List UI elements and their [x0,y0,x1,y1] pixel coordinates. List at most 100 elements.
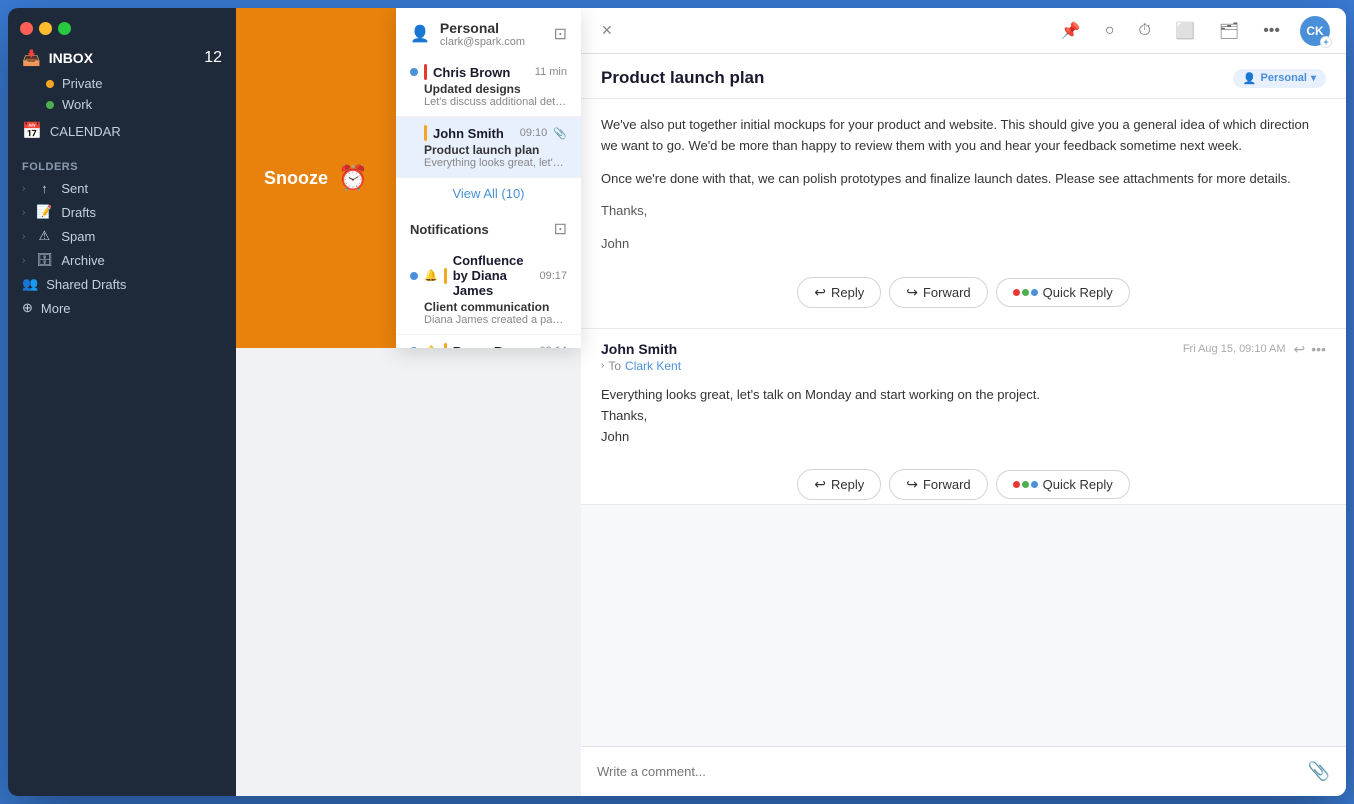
unread-dot-confluence [410,272,418,280]
reply-icon-john[interactable]: ↩ [1294,341,1306,358]
minimize-traffic-light[interactable] [39,22,52,35]
app-window: 📥 INBOX 12 Private Work 📅 CALENDAR Folde… [8,8,1346,796]
reply-icon-1: ↩ [814,284,826,301]
sent-label: Sent [61,181,88,196]
inbox-badge: 12 [204,49,222,67]
more-button[interactable]: ••• [1259,18,1284,44]
account-name: Personal [440,20,544,36]
priority-indicator-chris [424,64,427,80]
notification-item-byron[interactable]: 🔔 Byron Borg 08:14 Calendar invite updat… [396,335,581,348]
email-sender-john: John Smith [433,126,514,141]
close-button[interactable]: ✕ [597,18,617,43]
reply-action-icons: ↩ ••• [1294,341,1326,358]
popup-panel: 👤 Personal clark@spark.com ⊡ Chris Brown… [396,8,581,348]
archive-button[interactable]: ⬜ [1171,17,1199,45]
forward-label-1: Forward [923,285,971,300]
notification-bell-confluence: 🔔 [424,269,438,282]
avatar-plus-icon: + [1320,36,1332,48]
compose-bar: 📎 [581,746,1346,796]
reply-button-1[interactable]: ↩ Reply [797,277,881,308]
sidebar-item-spam[interactable]: › ⚠ Spam [8,224,236,248]
shared-drafts-icon: 👥 [22,276,38,292]
email-item-chris[interactable]: Chris Brown 11 min Updated designs Let's… [396,56,581,117]
email-detail-header: Product launch plan 👤 Personal ▾ [581,54,1346,99]
sidebar: 📥 INBOX 12 Private Work 📅 CALENDAR Folde… [8,8,236,796]
snooze-overlay: Snooze ⏰ 👤 Personal clark@spark.com ⊡ [236,8,581,348]
clock-button[interactable]: ⏱ [1134,18,1154,44]
circle-button[interactable]: ○ [1101,18,1119,44]
personal-badge[interactable]: 👤 Personal ▾ [1233,69,1326,88]
personal-badge-icon: 👤 [1243,72,1257,85]
email-time-john: 09:10 [520,127,548,139]
inbox-icon: 📥 [22,49,41,67]
quick-reply-button-2[interactable]: Quick Reply [996,470,1130,499]
priority-indicator-byron [444,343,447,348]
avatar-text: CK [1306,24,1323,38]
forward-button-2[interactable]: ↪ Forward [889,469,987,500]
account-email: clark@spark.com [440,36,544,48]
sidebar-item-sent[interactable]: › ↑ Sent [8,177,236,200]
quick-reply-icon-1 [1013,289,1038,296]
close-traffic-light[interactable] [20,22,33,35]
unread-dot-byron [410,347,418,348]
notification-item-confluence[interactable]: 🔔 Confluence by Diana James 09:17 Client… [396,245,581,335]
sidebar-item-inbox[interactable]: 📥 INBOX 12 [8,43,236,73]
avatar[interactable]: CK + [1300,16,1330,46]
reply-button-2[interactable]: ↩ Reply [797,469,881,500]
sidebar-header [8,8,236,43]
middle-panel: Snooze ⏰ 👤 Personal clark@spark.com ⊡ [236,8,581,796]
reply-header-john: John Smith › To Clark Kent Fri Aug 15, 0… [581,329,1346,377]
calendar-icon: 📅 [22,121,42,141]
forward-button-1[interactable]: ↪ Forward [889,277,987,308]
snooze-panel[interactable]: Snooze ⏰ [236,8,396,348]
sidebar-item-shared-drafts[interactable]: 👥 Shared Drafts [8,272,236,296]
account-icon: 👤 [410,24,430,44]
work-label: Work [62,97,92,112]
reply-signature-1: Thanks, [601,406,1326,427]
right-panel: ✕ 📌 ○ ⏱ ⬜ 🗂 ••• CK + Product launch plan… [581,8,1346,796]
notification-sender-confluence: Confluence by Diana James [453,253,534,298]
notifications-archive-icon[interactable]: ⊡ [554,219,567,239]
drafts-label: Drafts [61,205,96,220]
notifications-title: Notifications [410,222,489,237]
compose-attach-icon[interactable]: 📎 [1308,761,1330,782]
pin-button[interactable]: 📌 [1057,17,1085,45]
snooze-icon: ⏰ [338,164,368,193]
action-bar-1: ↩ Reply ↪ Forward Quick Reply [601,267,1326,312]
reply-to-clark[interactable]: Clark Kent [625,359,681,373]
spam-label: Spam [61,229,95,244]
quick-reply-label-2: Quick Reply [1043,477,1113,492]
notification-sender-byron: Byron Borg [453,344,534,349]
attachment-icon-john: 📎 [553,127,567,140]
email-sender-chris: Chris Brown [433,65,529,80]
notification-time-byron: 08:14 [539,345,567,348]
sidebar-item-work[interactable]: Work [8,94,236,115]
message-signature-1: Thanks, [601,201,1326,222]
sidebar-item-private[interactable]: Private [8,73,236,94]
email-item-john[interactable]: John Smith 09:10 📎 Product launch plan E… [396,117,581,178]
folders-section: Folders › ↑ Sent › 📝 Drafts › ⚠ Spam › 🗄… [8,155,236,320]
notification-subject-confluence: Client communication [424,300,567,314]
sidebar-item-drafts[interactable]: › 📝 Drafts [8,200,236,224]
account-header: 👤 Personal clark@spark.com ⊡ [396,8,581,56]
sidebar-item-archive[interactable]: › 🗄 Archive [8,248,236,272]
sidebar-item-more[interactable]: ⊕ More [8,296,236,320]
reply-signature-name-1: John [601,427,1326,448]
inbox-label: INBOX [49,50,197,66]
reply-to-prefix: To [608,359,621,373]
account-archive-icon[interactable]: ⊡ [554,24,567,44]
quick-reply-button-1[interactable]: Quick Reply [996,278,1130,307]
email-subject-john: Product launch plan [424,143,567,157]
private-label: Private [62,76,102,91]
more-icon-john[interactable]: ••• [1311,341,1326,358]
compose-input[interactable] [597,764,1300,779]
folder-button[interactable]: 🗂 [1215,17,1243,45]
traffic-lights [20,22,71,35]
forward-icon-2: ↪ [906,476,918,493]
folders-label: Folders [8,155,236,177]
maximize-traffic-light[interactable] [58,22,71,35]
notification-preview-confluence: Diana James created a page Client Com... [410,314,567,326]
shared-drafts-label: Shared Drafts [46,277,126,292]
view-all-personal[interactable]: View All (10) [396,178,581,209]
sidebar-item-calendar[interactable]: 📅 CALENDAR [8,115,236,147]
